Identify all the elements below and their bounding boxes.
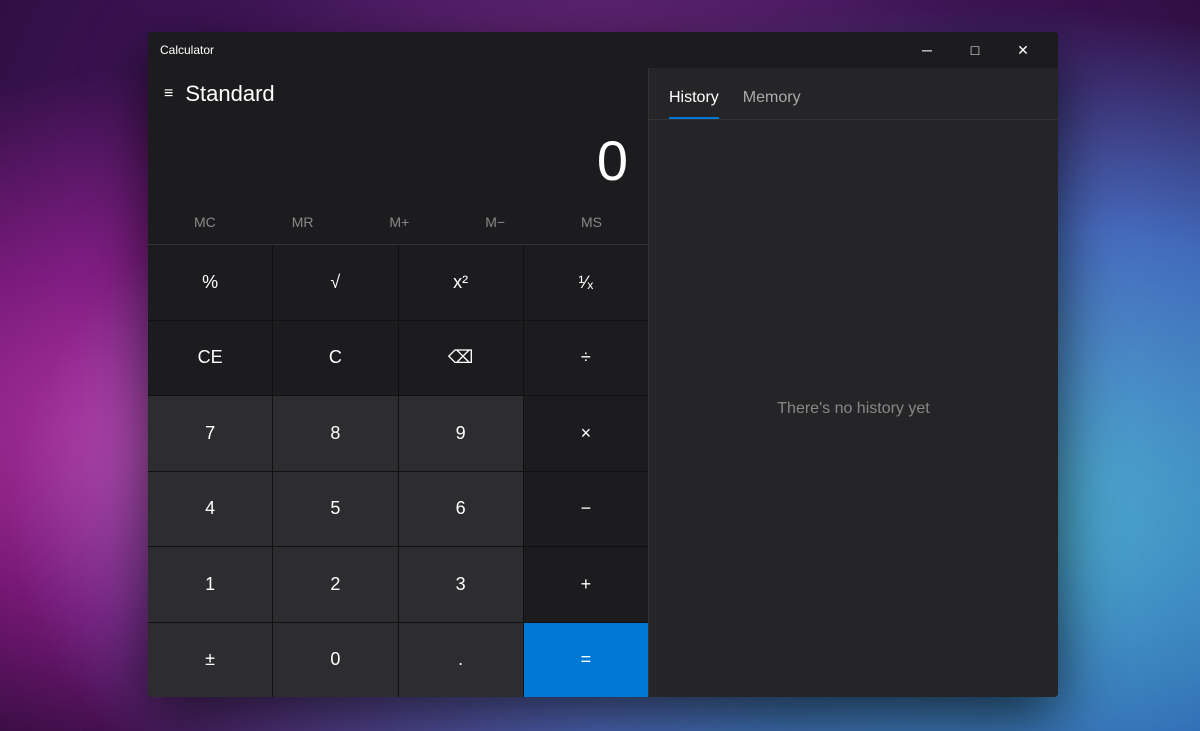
maximize-button[interactable]: □ bbox=[952, 34, 998, 66]
calc-mode-label: Standard bbox=[185, 81, 274, 107]
no-history-text: There's no history yet bbox=[777, 400, 929, 418]
sqrt-button[interactable]: √ bbox=[273, 245, 397, 320]
minimize-button[interactable]: ─ bbox=[904, 34, 950, 66]
add-button[interactable]: + bbox=[524, 547, 648, 622]
ms-button[interactable]: MS bbox=[569, 208, 614, 236]
six-button[interactable]: 6 bbox=[399, 472, 523, 547]
four-button[interactable]: 4 bbox=[148, 472, 272, 547]
right-tabs: History Memory bbox=[649, 68, 1058, 120]
calc-body: ≡ Standard 0 MC MR M+ M− MS % √ x² ¹∕ₓ bbox=[148, 68, 1058, 697]
calc-left: ≡ Standard 0 MC MR M+ M− MS % √ x² ¹∕ₓ bbox=[148, 68, 648, 697]
backspace-button[interactable]: ⌫ bbox=[399, 321, 523, 396]
buttons-grid: % √ x² ¹∕ₓ CE C ⌫ ÷ 7 8 9 × 4 5 6 − 1 2 … bbox=[148, 244, 648, 697]
decimal-button[interactable]: . bbox=[399, 623, 523, 698]
mr-button[interactable]: MR bbox=[280, 208, 326, 236]
c-button[interactable]: C bbox=[273, 321, 397, 396]
calc-header: ≡ Standard bbox=[148, 68, 648, 120]
subtract-button[interactable]: − bbox=[524, 472, 648, 547]
reciprocal-button[interactable]: ¹∕ₓ bbox=[524, 245, 648, 320]
tab-memory[interactable]: Memory bbox=[743, 89, 801, 119]
nine-button[interactable]: 9 bbox=[399, 396, 523, 471]
equals-button[interactable]: = bbox=[524, 623, 648, 698]
square-button[interactable]: x² bbox=[399, 245, 523, 320]
mminus-button[interactable]: M− bbox=[473, 208, 517, 236]
memory-row: MC MR M+ M− MS bbox=[148, 200, 648, 244]
right-content: There's no history yet bbox=[649, 120, 1058, 697]
two-button[interactable]: 2 bbox=[273, 547, 397, 622]
titlebar: Calculator ─ □ ✕ bbox=[148, 32, 1058, 68]
titlebar-left: Calculator bbox=[160, 43, 214, 57]
mc-button[interactable]: MC bbox=[182, 208, 228, 236]
ce-button[interactable]: CE bbox=[148, 321, 272, 396]
titlebar-controls: ─ □ ✕ bbox=[904, 34, 1046, 66]
plusminus-button[interactable]: ± bbox=[148, 623, 272, 698]
window-title: Calculator bbox=[160, 43, 214, 57]
mplus-button[interactable]: M+ bbox=[377, 208, 421, 236]
three-button[interactable]: 3 bbox=[399, 547, 523, 622]
tab-history[interactable]: History bbox=[669, 89, 719, 119]
zero-button[interactable]: 0 bbox=[273, 623, 397, 698]
one-button[interactable]: 1 bbox=[148, 547, 272, 622]
multiply-button[interactable]: × bbox=[524, 396, 648, 471]
display-area: 0 bbox=[148, 120, 648, 200]
seven-button[interactable]: 7 bbox=[148, 396, 272, 471]
calc-right: History Memory There's no history yet bbox=[648, 68, 1058, 697]
percent-button[interactable]: % bbox=[148, 245, 272, 320]
five-button[interactable]: 5 bbox=[273, 472, 397, 547]
calculator-window: Calculator ─ □ ✕ ≡ Standard 0 MC MR M+ bbox=[148, 32, 1058, 697]
close-button[interactable]: ✕ bbox=[1000, 34, 1046, 66]
eight-button[interactable]: 8 bbox=[273, 396, 397, 471]
hamburger-icon[interactable]: ≡ bbox=[164, 85, 173, 103]
divide-button[interactable]: ÷ bbox=[524, 321, 648, 396]
display-value: 0 bbox=[597, 128, 628, 193]
